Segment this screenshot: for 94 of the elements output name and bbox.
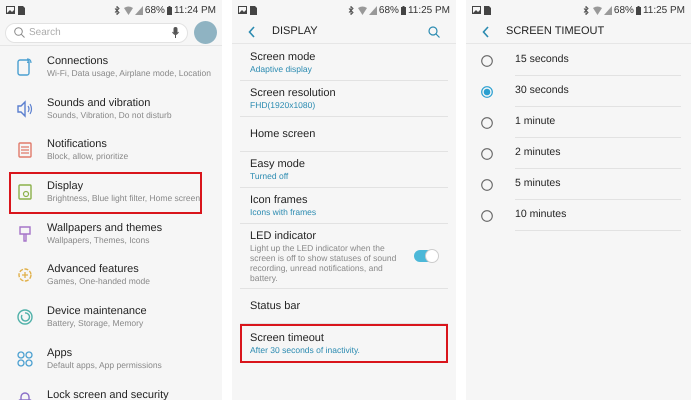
item-subtitle: Games, One-handed mode — [47, 276, 150, 288]
settings-item[interactable]: Device maintenance Battery, Storage, Memory — [9, 297, 202, 339]
item-title: Screen resolution — [250, 86, 337, 100]
item-value: Adaptive display — [250, 64, 313, 75]
item-title: Home screen — [250, 127, 316, 141]
battery-percentage: 68% — [378, 4, 399, 18]
settings-item[interactable]: Screen timeout After 30 seconds of inactivity. — [240, 324, 448, 363]
item-title: Connections — [47, 54, 110, 68]
option-label: 1 minute — [515, 107, 681, 138]
screen-title: SCREEN TIMEOUT — [506, 24, 606, 40]
item-title: Screen mode — [250, 50, 316, 64]
status-time: 11:24 PM — [174, 4, 216, 18]
screen-title: DISPLAY — [272, 24, 319, 40]
item-value: Icons with frames — [250, 207, 318, 218]
item-value: After 30 seconds of inactivity. — [250, 345, 361, 356]
wifi-icon — [358, 6, 367, 14]
settings-item[interactable]: Icon frames Icons with frames — [240, 188, 448, 224]
search-icon — [14, 27, 25, 38]
option-label: 2 minutes — [515, 138, 681, 169]
battery-percentage: 68% — [144, 4, 165, 18]
item-value: FHD(1920x1080) — [250, 100, 316, 111]
option-label: 10 minutes — [515, 200, 681, 231]
radio-option[interactable]: 10 minutes — [466, 200, 691, 231]
battery-icon — [636, 6, 641, 14]
sim-card-icon — [250, 6, 257, 14]
option-label: 15 seconds — [515, 45, 681, 76]
wifi-icon — [124, 6, 133, 14]
settings-item[interactable]: Wallpapers and themes Wallpapers, Themes, Icons — [9, 214, 202, 256]
back-icon — [248, 26, 256, 38]
sim-card-icon — [18, 6, 25, 14]
settings-item[interactable]: LED indicator Light up the LED indicator when the screen is off to show statuses of sound recording, unread notifications, and battery. — [240, 224, 448, 289]
settings-item[interactable]: Notifications Block, allow, prioritize — [9, 130, 202, 172]
option-label: 5 minutes — [515, 169, 681, 200]
settings-item[interactable]: Status bar — [240, 289, 448, 324]
settings-item[interactable]: Home screen — [240, 117, 448, 152]
settings-item[interactable]: Lock screen and security — [9, 380, 202, 400]
item-subtitle: Default apps, App permissions — [47, 360, 162, 371]
battery-icon — [166, 6, 172, 14]
item-title: Display — [47, 179, 84, 194]
search-field[interactable]: Search — [5, 22, 188, 42]
radio-option[interactable]: 2 minutes — [466, 138, 691, 169]
image-icon — [238, 6, 247, 14]
radio-option[interactable]: 15 seconds — [466, 45, 691, 76]
status-time: 11:25 PM — [408, 4, 450, 18]
image-icon — [472, 6, 481, 14]
status-time: 11:25 PM — [642, 4, 685, 18]
microphone-icon — [172, 27, 179, 38]
radio-option[interactable]: 1 minute — [466, 107, 691, 138]
avatar[interactable] — [194, 21, 217, 44]
bluetooth-icon — [114, 6, 120, 14]
sim-card-icon — [484, 6, 491, 14]
item-title: Lock screen and security — [47, 388, 169, 400]
search-input[interactable]: Search — [29, 25, 168, 40]
signal-icon — [134, 6, 143, 14]
settings-item[interactable]: Sounds and vibration Sounds, Vibration, Do not disturb — [9, 88, 202, 130]
option-label: 30 seconds — [515, 76, 681, 107]
item-subtitle: Wallpapers, Themes, Icons — [47, 234, 151, 246]
settings-item[interactable]: Screen mode Adaptive display — [240, 45, 448, 81]
battery-percentage: 68% — [614, 4, 634, 18]
radio-option[interactable]: 5 minutes — [466, 169, 691, 200]
wifi-icon — [592, 6, 602, 14]
item-title: Easy mode — [250, 157, 306, 171]
item-title: Screen timeout — [250, 331, 325, 345]
settings-item[interactable]: Apps Default apps, App permissions — [9, 338, 202, 380]
search-icon — [428, 26, 440, 38]
bluetooth-icon — [582, 6, 589, 14]
bluetooth-icon — [348, 6, 354, 14]
toggle-switch[interactable] — [414, 250, 438, 262]
item-title: Wallpapers and themes — [47, 220, 162, 235]
item-title: Device maintenance — [47, 304, 147, 318]
image-icon — [6, 6, 15, 14]
item-subtitle: Sounds, Vibration, Do not disturb — [47, 110, 172, 121]
item-title: Sounds and vibration — [47, 96, 152, 110]
item-title: Notifications — [47, 137, 108, 152]
signal-icon — [368, 6, 377, 14]
item-title: Apps — [47, 346, 74, 360]
item-subtitle: Wi-Fi, Data usage, Airplane mode, Location — [47, 68, 211, 79]
settings-item[interactable]: Screen resolution FHD(1920x1080) — [240, 81, 448, 117]
item-subtitle: Brightness, Blue light filter, Home screen — [47, 193, 200, 204]
item-value: Turned off — [250, 171, 290, 182]
item-title: LED indicator — [250, 229, 318, 243]
battery-icon — [400, 6, 406, 14]
settings-item[interactable]: Advanced features Games, One-handed mode — [9, 255, 202, 298]
settings-item[interactable]: Easy mode Turned off — [240, 152, 448, 188]
settings-item[interactable]: Display Brightness, Blue light filter, Home screen — [9, 172, 202, 214]
item-subtitle: Block, allow, prioritize — [47, 151, 128, 162]
item-subtitle: Battery, Storage, Memory — [47, 318, 144, 330]
signal-icon — [604, 6, 612, 14]
item-title: Status bar — [250, 299, 302, 313]
item-title: Icon frames — [250, 193, 308, 207]
item-title: Advanced features — [47, 262, 140, 276]
back-icon — [482, 26, 490, 38]
radio-option[interactable]: 30 seconds — [466, 76, 691, 107]
item-description: Light up the LED indicator when the screen is off to show statuses of sound recording, unread notifications, and battery. — [250, 243, 398, 283]
